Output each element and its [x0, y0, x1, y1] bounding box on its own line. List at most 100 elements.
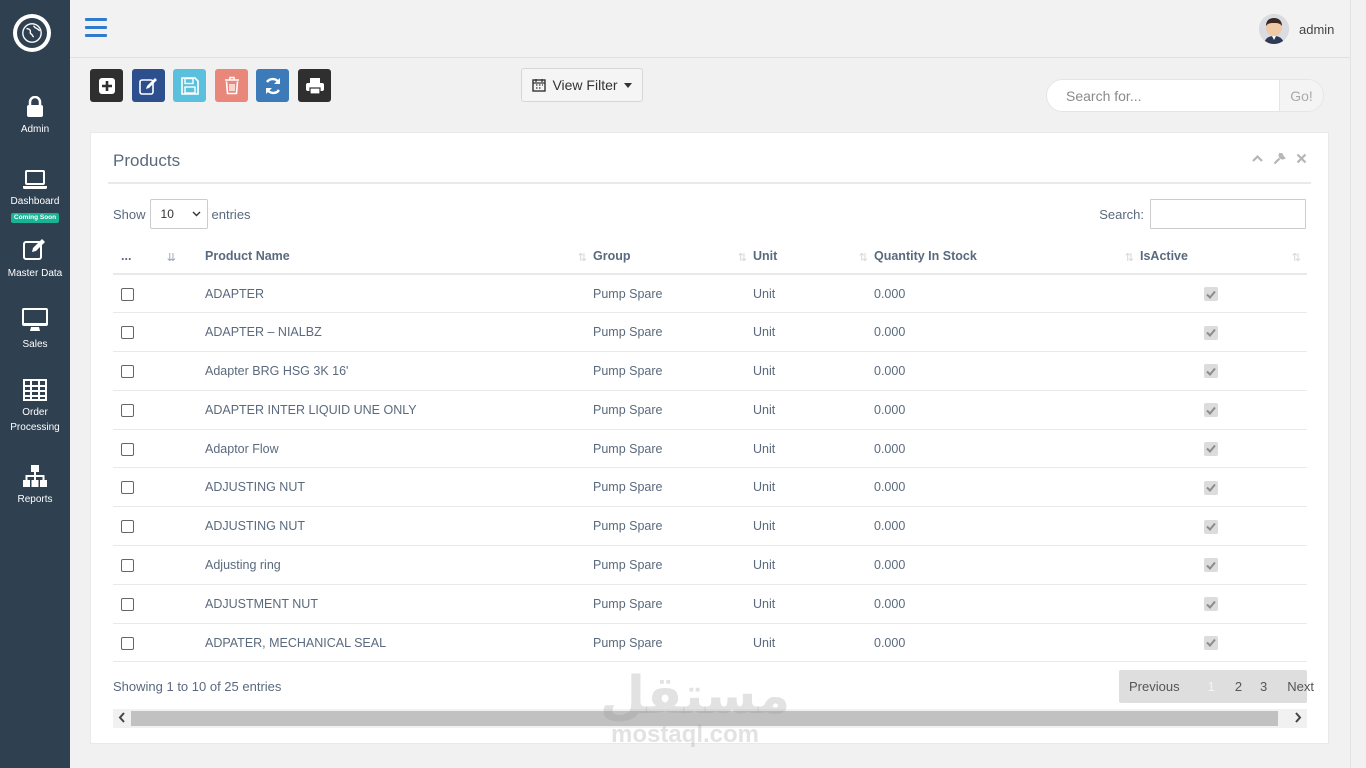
sort-icon: ⇅	[1291, 252, 1301, 264]
sort-desc-icon: ⇊	[166, 252, 176, 264]
page-1-button[interactable]: 1	[1190, 679, 1221, 694]
table-row[interactable]: Adapter BRG HSG 3K 16' Pump Spare Unit 0.00…	[113, 351, 1307, 391]
coming-soon-badge: Coming Soon	[10, 213, 60, 223]
search-label: Search:	[1099, 206, 1144, 222]
sort-icon: ⇅	[737, 252, 747, 264]
row-checkbox[interactable]	[121, 442, 134, 456]
product-name-cell: ADJUSTING NUT	[205, 506, 593, 547]
print-button[interactable]	[298, 69, 331, 102]
sidebar-item-sales[interactable]: Sales	[0, 307, 70, 352]
column-product-name[interactable]: Product Name ⇅	[205, 239, 593, 275]
row-checkbox[interactable]	[121, 365, 134, 379]
next-button[interactable]: Next	[1273, 679, 1324, 694]
scroll-right-icon[interactable]	[1294, 712, 1302, 726]
row-checkbox[interactable]	[121, 597, 134, 611]
close-icon[interactable]	[1295, 152, 1308, 165]
row-spacer	[182, 312, 205, 353]
row-spacer	[182, 584, 205, 624]
sidebar-item-reports[interactable]: Reports	[0, 464, 70, 507]
column-quantity[interactable]: Quantity In Stock ⇅	[874, 239, 1140, 275]
sidebar-item-label: Processing	[10, 422, 60, 433]
app-logo[interactable]	[13, 14, 51, 52]
table-row[interactable]: ADJUSTING NUT Pump Spare Unit 0.000	[113, 506, 1307, 547]
product-name-cell: ADPATER, MECHANICAL SEAL	[205, 623, 593, 663]
refresh-button[interactable]	[256, 69, 289, 102]
is-active-checkbox	[1204, 325, 1218, 340]
unit-cell: Unit	[753, 584, 874, 624]
sidebar-item-master-data[interactable]: Master Data	[0, 238, 70, 281]
table-row[interactable]: ADAPTER Pump Spare Unit 0.000	[113, 274, 1307, 314]
panel-title: Products	[113, 151, 181, 170]
row-checkbox[interactable]	[121, 636, 134, 650]
lock-icon	[0, 96, 70, 118]
sidebar-item-label: Sales	[22, 339, 48, 350]
save-button[interactable]	[173, 69, 206, 102]
page-2-button[interactable]: 2	[1221, 679, 1248, 694]
is-active-checkbox	[1204, 519, 1218, 534]
table-row[interactable]: ADJUSTING NUT Pump Spare Unit 0.000	[113, 467, 1307, 508]
table-row[interactable]: ADPATER, MECHANICAL SEAL Pump Spare Unit 0.…	[113, 623, 1307, 663]
check-icon	[1206, 290, 1216, 299]
quantity-cell: 0.000	[874, 467, 1140, 508]
add-button[interactable]	[90, 69, 123, 102]
table-row[interactable]: ADJUSTMENT NUT Pump Spare Unit 0.000	[113, 584, 1307, 624]
page-3-button[interactable]: 3	[1248, 679, 1273, 694]
unit-cell: Unit	[753, 429, 874, 469]
table-row[interactable]: Adjusting ring Pump Spare Unit 0.000	[113, 545, 1307, 585]
is-active-cell	[1140, 623, 1307, 663]
row-checkbox[interactable]	[121, 481, 134, 495]
go-button[interactable]: Go!	[1279, 80, 1323, 111]
sidebar-item-label: Master Data	[7, 268, 63, 279]
wrench-icon[interactable]	[1273, 152, 1286, 165]
check-icon	[1206, 522, 1216, 532]
table-row[interactable]: Adaptor Flow Pump Spare Unit 0.000	[113, 429, 1307, 469]
row-checkbox[interactable]	[121, 403, 134, 417]
column-select[interactable]: ... ⇊	[113, 239, 182, 275]
row-checkbox[interactable]	[121, 326, 134, 340]
row-checkbox[interactable]	[121, 520, 134, 534]
entries-select[interactable]: 10	[149, 199, 208, 229]
is-active-cell	[1140, 390, 1307, 430]
group-cell: Pump Spare	[593, 623, 753, 663]
product-name-cell: Adaptor Flow	[205, 429, 593, 469]
sidebar-item-admin[interactable]: Admin	[0, 96, 70, 137]
view-filter-dropdown[interactable]: View Filter	[521, 68, 643, 102]
scroll-left-icon[interactable]	[118, 712, 126, 726]
page-scrollbar[interactable]	[1350, 0, 1366, 768]
column-is-active[interactable]: IsActive ⇅	[1140, 239, 1307, 275]
check-icon	[1206, 445, 1216, 454]
chevron-up-icon[interactable]	[1251, 152, 1264, 165]
entries-select-value: 10	[160, 207, 174, 221]
row-checkbox[interactable]	[121, 559, 134, 573]
group-cell: Pump Spare	[593, 467, 753, 508]
column-unit[interactable]: Unit ⇅	[753, 239, 874, 275]
sidebar-item-order-processing[interactable]: Order Processing	[0, 379, 70, 435]
quantity-cell: 0.000	[874, 351, 1140, 391]
quantity-cell: 0.000	[874, 584, 1140, 624]
menu-toggle-icon[interactable]	[85, 18, 107, 42]
horizontal-scrollbar[interactable]	[113, 709, 1307, 728]
edit-button[interactable]	[132, 69, 165, 102]
avatar[interactable]	[1259, 14, 1289, 44]
user-name[interactable]: admin	[1299, 22, 1334, 37]
sidebar-item-dashboard[interactable]: Dashboard Coming Soon	[0, 170, 70, 224]
is-active-cell	[1140, 351, 1307, 391]
table-row[interactable]: ADAPTER INTER LIQUID UNE ONLY Pump Spare U…	[113, 390, 1307, 430]
table-search-input[interactable]	[1150, 199, 1306, 229]
top-bar: admin	[70, 0, 1350, 58]
is-active-cell	[1140, 429, 1307, 469]
caret-down-icon	[623, 82, 632, 88]
check-icon	[1206, 639, 1216, 648]
is-active-checkbox	[1204, 597, 1218, 612]
scrollbar-thumb[interactable]	[131, 711, 1278, 726]
table-row[interactable]: ADAPTER – NIALBZ Pump Spare Unit 0.000	[113, 312, 1307, 353]
group-cell: Pump Spare	[593, 584, 753, 624]
row-spacer	[182, 506, 205, 547]
previous-button[interactable]: Previous	[1119, 679, 1190, 694]
delete-button[interactable]	[215, 69, 248, 102]
row-checkbox[interactable]	[121, 287, 134, 301]
global-search-input[interactable]	[1047, 80, 1279, 111]
products-table: ... ⇊ Product Name ⇅ Group ⇅ Unit ⇅ Quantity…	[113, 239, 1307, 663]
sort-icon: ⇅	[1124, 252, 1134, 264]
column-group[interactable]: Group ⇅	[593, 239, 753, 275]
